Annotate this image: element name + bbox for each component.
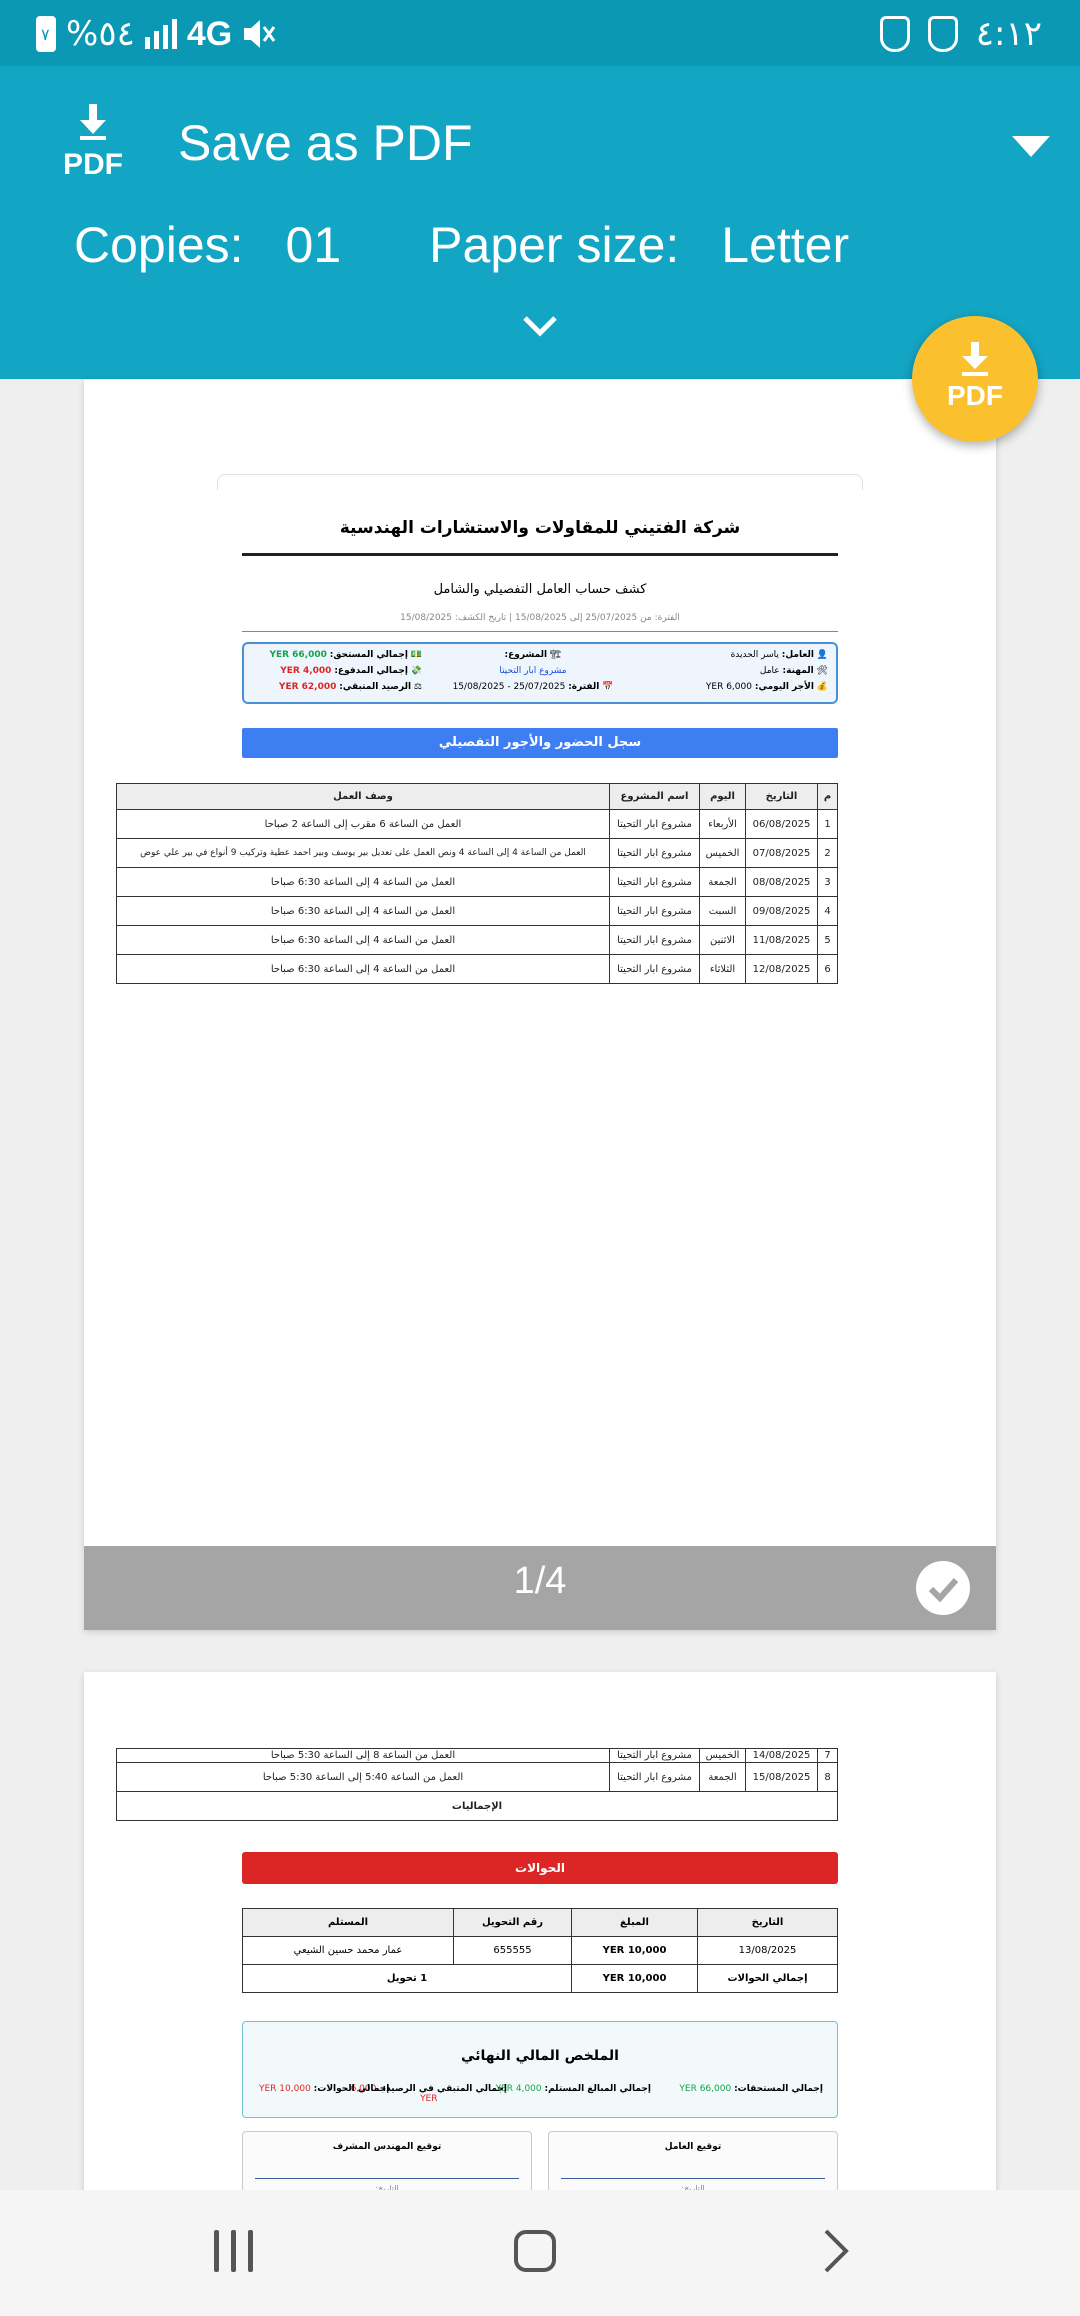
table-row: 3 08/08/2025 الجمعة مشروع ابار التحيتا العمل… bbox=[116, 867, 838, 897]
status-bar: ٧ %٥٤ 4G ٤:١٢ bbox=[0, 0, 1080, 66]
copies-label: Copies: bbox=[74, 217, 244, 273]
report-title: كشف حساب العامل التفصيلي والشامل bbox=[433, 582, 647, 597]
attendance-table-continued: 7 14/08/2025 الخميس مشروع ابار التحيتا العمل… bbox=[116, 1748, 838, 1821]
download-icon bbox=[80, 104, 106, 140]
page-select-checkbox[interactable] bbox=[916, 1561, 970, 1615]
print-options-summary[interactable]: Copies: 01 Paper size: Letter bbox=[74, 216, 849, 274]
attendance-table: م التاريخ اليوم اسم المشروع وصف العمل 1 06/08… bbox=[116, 783, 838, 984]
info-col-project: 🏗 المشروع: مشروع ابار التحيتا 📅 الفترة: … bbox=[452, 650, 614, 692]
pdf-printer-icon: PDF bbox=[58, 104, 128, 194]
financial-summary: الملخص المالي النهائي إجمالي المستحقات: … bbox=[242, 2021, 838, 2118]
info-col-totals: 💵 إجمالي المستحق: YER 66,000 💸 إجمالي ال… bbox=[269, 650, 422, 692]
table-row: 1 06/08/2025 الأربعاء مشروع ابار التحيتا الع… bbox=[116, 809, 838, 839]
table-row: 13/08/2025 YER 10,000 655555 عمار محمد حسين… bbox=[242, 1936, 838, 1965]
navigation-bar bbox=[0, 2190, 1080, 2316]
page-clip bbox=[114, 991, 854, 1003]
worker-info-box: 👤 العامل: ياسر الحديدة 🛠 المهنة: عامل 💰 … bbox=[242, 642, 838, 704]
chevron-down-icon[interactable] bbox=[522, 314, 558, 338]
status-left: ٧ %٥٤ 4G bbox=[36, 12, 278, 56]
home-button[interactable] bbox=[514, 2230, 556, 2272]
signal-icon bbox=[144, 19, 177, 49]
table-row: 8 15/08/2025 الجمعة مشروع ابار التحيتا العمل… bbox=[116, 1762, 838, 1792]
table-header-row: التاريخ المبلغ رقم التحويل المستلم bbox=[242, 1908, 838, 1937]
page-1-footer: 1/4 bbox=[84, 1546, 996, 1630]
shield-icon bbox=[927, 16, 958, 52]
info-col-worker: 👤 العامل: ياسر الحديدة 🛠 المهنة: عامل 💰 … bbox=[705, 650, 828, 692]
back-button[interactable] bbox=[822, 2228, 850, 2274]
shield-icon bbox=[879, 16, 910, 52]
download-pdf-button[interactable]: PDF bbox=[912, 316, 1038, 442]
pdf-label: PDF bbox=[63, 148, 123, 181]
page-indicator: 1/4 bbox=[513, 1560, 567, 1602]
copies-value: 01 bbox=[285, 217, 342, 273]
paper-size-value: Letter bbox=[721, 217, 850, 273]
download-icon bbox=[962, 342, 988, 376]
mute-icon bbox=[244, 20, 276, 48]
table-row: 4 09/08/2025 السبت مشروع ابار التحيتا العمل … bbox=[116, 896, 838, 926]
summary-received: إجمالي المبالغ المستلم: YER 4,000 bbox=[495, 2084, 651, 2094]
checkmark-icon bbox=[928, 1578, 959, 1603]
table-row: 6 12/08/2025 الثلاثاء مشروع ابار التحيتا الع… bbox=[116, 954, 838, 984]
summary-due: إجمالي المستحقات: YER 66,000 bbox=[679, 2084, 823, 2094]
title-divider bbox=[242, 553, 838, 556]
printer-dropdown-icon[interactable] bbox=[1012, 136, 1050, 157]
status-right: ٤:١٢ bbox=[879, 12, 1042, 56]
totals-row: الإجماليات bbox=[116, 1791, 838, 1821]
network-type: 4G bbox=[186, 14, 233, 53]
battery-level: ٧ bbox=[41, 25, 50, 44]
company-name: شركة الفتيني للمقاولات والاستشارات الهند… bbox=[339, 518, 741, 538]
paper-size-label: Paper size: bbox=[429, 217, 680, 273]
table-header-row: م التاريخ اليوم اسم المشروع وصف العمل bbox=[116, 783, 838, 810]
engineer-signature-box: توقيع المهندس المشرف التاريخ: bbox=[242, 2131, 532, 2192]
preview-page-2[interactable]: 7 14/08/2025 الخميس مشروع ابار التحيتا العمل… bbox=[84, 1672, 996, 2192]
table-row: 5 11/08/2025 الاثنين مشروع ابار التحيتا العم… bbox=[116, 925, 838, 955]
table-row: 2 07/08/2025 الخميس مشروع ابار التحيتا العمل… bbox=[116, 838, 838, 868]
transfers-section-title: الحوالات bbox=[242, 1852, 838, 1884]
summary-title: الملخص المالي النهائي bbox=[461, 2048, 619, 2064]
battery-percent: %٥٤ bbox=[66, 14, 135, 54]
printer-title[interactable]: Save as PDF bbox=[178, 114, 473, 172]
attendance-section-title: سجل الحضور والأجور التفصيلي bbox=[242, 728, 838, 758]
fab-label: PDF bbox=[947, 380, 1003, 411]
transfers-table: التاريخ المبلغ رقم التحويل المستلم 13/08/20… bbox=[242, 1908, 838, 1993]
document-frame bbox=[217, 474, 863, 490]
report-period: الفترة: من 25/07/2025 إلى 15/08/2025 | ت… bbox=[400, 613, 680, 623]
recent-apps-button[interactable] bbox=[212, 2230, 256, 2272]
battery-icon: ٧ bbox=[36, 16, 56, 52]
summary-transfers: إجمالي الحوالات: YER 10,000 bbox=[259, 2084, 390, 2094]
period-divider bbox=[242, 631, 838, 632]
clock: ٤:١٢ bbox=[975, 14, 1042, 54]
preview-page-1[interactable]: شركة الفتيني للمقاولات والاستشارات الهند… bbox=[84, 379, 996, 1630]
print-header: PDF Save as PDF Copies: 01 Paper size: L… bbox=[0, 66, 1080, 379]
transfers-total-row: إجمالي الحوالات YER 10,000 1 تحويل bbox=[242, 1964, 838, 1993]
worker-signature-box: توقيع العامل التاريخ: bbox=[548, 2131, 838, 2192]
table-row: 7 14/08/2025 الخميس مشروع ابار التحيتا العمل… bbox=[116, 1748, 838, 1763]
